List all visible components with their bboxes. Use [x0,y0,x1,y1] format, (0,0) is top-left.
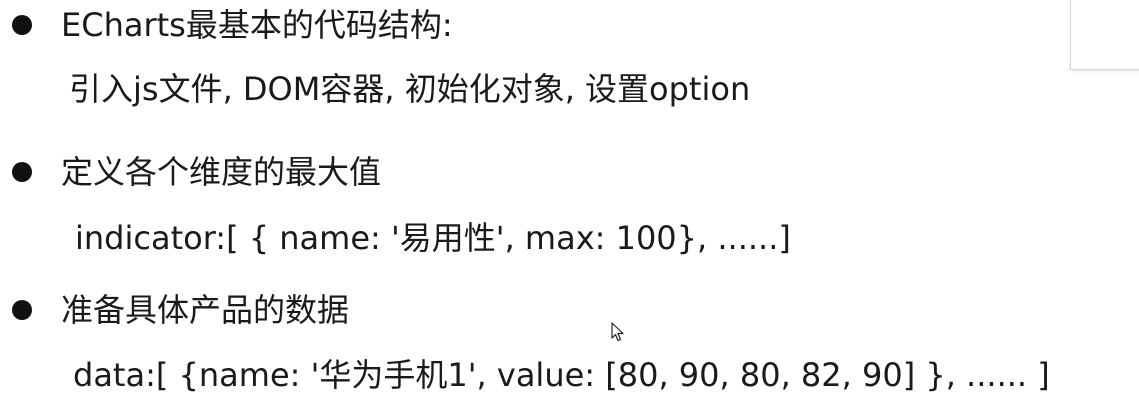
bullet-dot-icon [12,300,32,320]
bullet-item-indicator-max: 定义各个维度的最大值 [0,148,1060,196]
bullet-dot-icon [12,15,32,35]
bullet-heading: ECharts最基本的代码结构: [61,6,453,44]
bullet-item-echarts-structure: ECharts最基本的代码结构: [0,1,1060,49]
slide: ECharts最基本的代码结构: 引入js文件, DOM容器, 初始化对象, 设… [0,0,1139,418]
floating-panel[interactable] [1070,0,1139,70]
bullet-detail: 引入js文件, DOM容器, 初始化对象, 设置option [69,70,751,108]
bullet-dot-icon [12,162,32,182]
bullet-heading: 定义各个维度的最大值 [61,153,382,191]
bullet-item-product-data: 准备具体产品的数据 [0,286,1060,334]
bullet-heading: 准备具体产品的数据 [61,291,350,329]
mouse-pointer-icon [611,322,624,342]
bullet-detail: indicator:[ { name: '易用性', max: 100}, ..… [75,219,791,257]
bullet-detail: data:[ {name: '华为手机1', value: [80, 90, 8… [73,356,1050,394]
